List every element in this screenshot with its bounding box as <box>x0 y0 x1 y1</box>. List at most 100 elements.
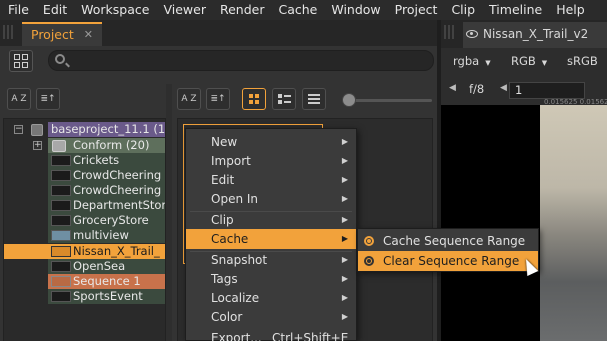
tree-item-grocerystore[interactable]: GroceryStore <box>4 213 165 228</box>
clip-thumbnail-icon <box>51 291 71 302</box>
menu-item-cache[interactable]: Cache ▶ <box>186 229 356 249</box>
context-menu: New ▶ Import ▶ Edit ▶ Open In ▶ Clip ▶ Cache ▶… <box>185 128 357 341</box>
tab-project-label: Project <box>31 27 74 42</box>
submenu-arrow-icon: ▶ <box>341 215 348 224</box>
bin-sort-order-button[interactable]: ≣↑ <box>206 88 230 110</box>
menu-help[interactable]: Help <box>549 0 592 20</box>
slider-handle[interactable] <box>342 93 356 107</box>
thumbnail-view-button[interactable] <box>242 88 266 110</box>
menu-render[interactable]: Render <box>213 0 272 20</box>
menu-edit[interactable]: Edit <box>36 0 74 20</box>
frame-back-icon[interactable]: ◀ <box>500 83 507 93</box>
play-left-icon[interactable]: ◀ <box>449 83 456 93</box>
tree-item-crowdcheering-2[interactable]: CrowdCheering <box>4 183 165 198</box>
viewer-image <box>540 105 607 341</box>
clip-thumbnail-icon <box>51 170 71 181</box>
submenu-item-cache-sequence-range[interactable]: Cache Sequence Range <box>358 231 538 251</box>
cache-submenu: Cache Sequence Range Clear Sequence Rang… <box>357 228 539 272</box>
tree-item-sportsevent[interactable]: SportsEvent <box>4 289 165 304</box>
colorspace-value: RGB <box>511 54 536 68</box>
expand-icon[interactable]: + <box>33 141 42 150</box>
tab-viewer[interactable]: Nissan_X_Trail_v2 <box>463 22 607 48</box>
submenu-arrow-icon: ▶ <box>341 156 348 165</box>
menu-item-export[interactable]: Export... Ctrl+Shift+E <box>186 328 356 341</box>
menu-cache[interactable]: Cache <box>271 0 324 20</box>
menu-item-localize[interactable]: Localize ▶ <box>186 288 356 308</box>
menu-workspace[interactable]: Workspace <box>74 0 156 20</box>
project-toolbar <box>0 46 437 76</box>
tree-item-crowdcheering-1[interactable]: CrowdCheering <box>4 168 165 183</box>
project-tab-bar: Project ✕ <box>0 20 437 46</box>
menu-item-open-in[interactable]: Open In ▶ <box>186 189 356 209</box>
dropdown-arrow-icon: ▼ <box>541 59 548 67</box>
clip-thumbnail-icon <box>51 215 71 226</box>
menu-item-edit[interactable]: Edit ▶ <box>186 170 356 190</box>
sort-alpha-button[interactable]: A Z <box>7 88 31 110</box>
menubar: File Edit Workspace Viewer Render Cache … <box>0 0 607 20</box>
eye-icon[interactable] <box>466 30 478 38</box>
lut-value: sRGB <box>567 54 598 68</box>
thumbnail-view-icon <box>249 94 259 104</box>
tree-item-conform[interactable]: + Conform (20) <box>4 138 165 153</box>
submenu-item-clear-sequence-range[interactable]: Clear Sequence Range <box>358 251 538 271</box>
tree-item-sequence-1[interactable]: Sequence 1 <box>4 274 165 289</box>
submenu-arrow-icon: ▶ <box>341 234 348 243</box>
channels-dropdown[interactable]: rgba ▼ <box>453 54 491 68</box>
submenu-arrow-icon: ▶ <box>341 194 348 203</box>
colorspace-dropdown[interactable]: RGB ▼ <box>511 54 547 68</box>
tree-item-opensea[interactable]: OpenSea <box>4 259 165 274</box>
collapse-icon[interactable]: − <box>14 125 23 134</box>
grid-icon <box>14 54 20 60</box>
menu-item-new[interactable]: New ▶ <box>186 132 356 152</box>
list-view-icon <box>308 94 320 104</box>
clear-cache-icon <box>364 256 374 266</box>
bin-tree: − baseproject_11.1 (1 + Conform (20) Cri… <box>3 118 166 341</box>
channels-value: rgba <box>453 54 480 68</box>
menu-item-tags[interactable]: Tags ▶ <box>186 269 356 289</box>
panel-grip-icon[interactable] <box>444 25 456 39</box>
tree-item-multiview[interactable]: multiview <box>4 228 165 243</box>
workspace-grid-button[interactable] <box>9 50 33 72</box>
submenu-arrow-icon: ▶ <box>341 175 348 184</box>
close-icon[interactable]: ✕ <box>84 24 93 45</box>
menu-item-snapshot[interactable]: Snapshot ▶ <box>186 250 356 270</box>
menu-window[interactable]: Window <box>324 0 387 20</box>
list-view-button[interactable] <box>302 88 326 110</box>
submenu-arrow-icon: ▶ <box>341 255 348 264</box>
submenu-arrow-icon: ▶ <box>341 274 348 283</box>
tree-root[interactable]: − baseproject_11.1 (1 <box>4 122 165 137</box>
clip-thumbnail-icon <box>51 155 71 166</box>
viewer-tab-label: Nissan_X_Trail_v2 <box>483 27 589 41</box>
menu-clip[interactable]: Clip <box>444 0 482 20</box>
project-icon <box>31 124 43 136</box>
clip-thumbnail-icon <box>51 261 71 272</box>
menu-file[interactable]: File <box>0 0 36 20</box>
viewer-toolbar: rgba ▼ RGB ▼ sRGB <box>441 50 607 72</box>
detail-view-button[interactable] <box>272 88 296 110</box>
tree-item-departmentstore[interactable]: DepartmentStor <box>4 198 165 213</box>
detail-view-icon <box>278 94 291 104</box>
viewer-canvas[interactable] <box>441 105 607 341</box>
tree-root-label: baseproject_11.1 (1 <box>48 122 165 137</box>
bin-tree-pane: A Z ≣↑ − baseproject_11.1 (1 + Conform (… <box>0 84 166 341</box>
fstop-value[interactable]: f/8 <box>469 82 484 96</box>
tab-project[interactable]: Project ✕ <box>22 22 102 46</box>
viewer-tab-bar: Nissan_X_Trail_v2 <box>441 20 607 48</box>
bin-sort-alpha-button[interactable]: A Z <box>177 88 201 110</box>
tree-item-nissan-selected[interactable]: Nissan_X_Trail_ <box>4 244 165 259</box>
sort-order-button[interactable]: ≣↑ <box>36 88 60 110</box>
menu-item-color[interactable]: Color ▶ <box>186 307 356 327</box>
clip-thumbnail-icon <box>51 185 71 196</box>
frame-field[interactable]: 1 <box>509 82 585 99</box>
menu-project[interactable]: Project <box>388 0 445 20</box>
tree-item-crickets[interactable]: Crickets <box>4 153 165 168</box>
search-icon <box>55 54 65 64</box>
menu-item-import[interactable]: Import ▶ <box>186 151 356 171</box>
lut-dropdown[interactable]: sRGB <box>567 54 598 68</box>
menu-viewer[interactable]: Viewer <box>156 0 213 20</box>
panel-grip-icon[interactable] <box>3 25 15 39</box>
bin-icon <box>52 140 66 152</box>
menu-item-clip[interactable]: Clip ▶ <box>186 210 356 230</box>
search-input[interactable] <box>48 50 434 71</box>
menu-timeline[interactable]: Timeline <box>482 0 549 20</box>
